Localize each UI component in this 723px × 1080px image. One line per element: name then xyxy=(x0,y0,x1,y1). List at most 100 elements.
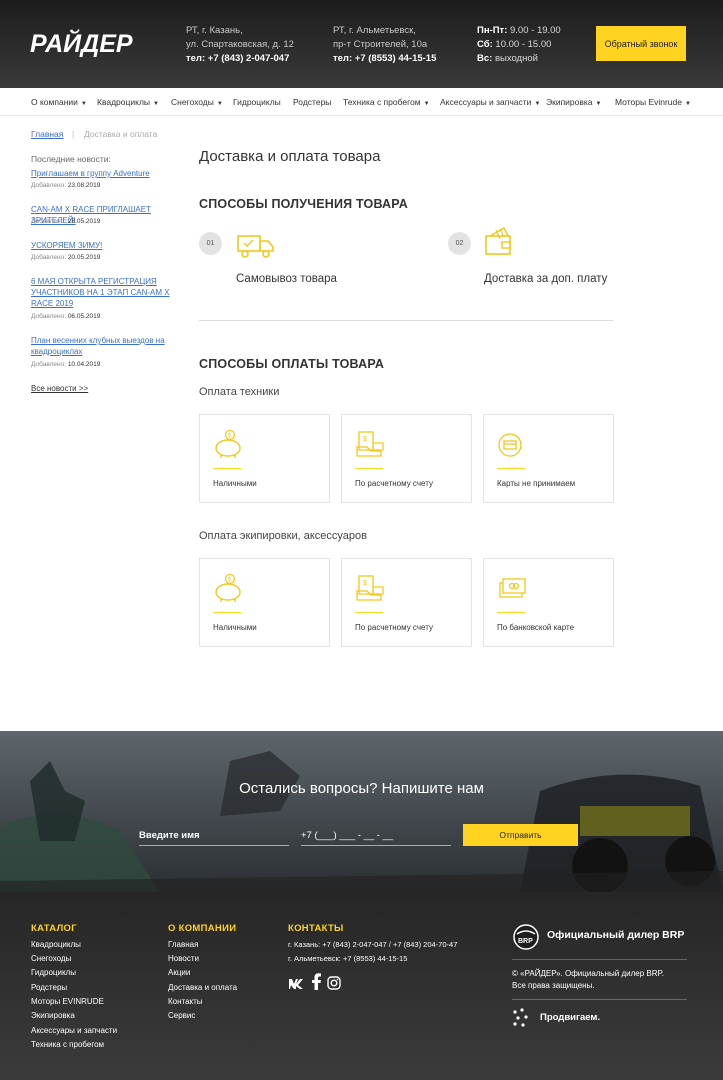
footer-contact-almet: г. Альметьевск: +7 (8553) 44-15-15 xyxy=(288,954,408,963)
banner-background-image xyxy=(0,731,723,892)
kazan-address-line2: ул. Спартаковская, д. 12 xyxy=(186,39,294,50)
nav-item-used[interactable]: Техника с пробегом ▼ xyxy=(343,97,430,107)
footer-link[interactable]: Экипировка xyxy=(31,1011,75,1020)
almet-address: РТ, г. Альметьевск, пр-т Строителей, 10а… xyxy=(333,24,436,66)
kazan-address: РТ, г. Казань, ул. Спартаковская, д. 12 … xyxy=(186,24,294,66)
news-date: Добавлено: 10.04.2019 xyxy=(31,361,101,368)
nav-item-evinrude[interactable]: Моторы Evinrude ▼ xyxy=(615,97,691,107)
official-dealer-label: Официальный дилер BRP xyxy=(547,929,685,941)
news-date: Добавлено: 23.08.2019 xyxy=(31,182,101,189)
developer-logo-icon[interactable] xyxy=(512,1008,532,1028)
news-date: Добавлено: 20.05.2019 xyxy=(31,254,101,261)
footer-company-title: О КОМПАНИИ xyxy=(168,923,237,934)
nav-item-roadsters[interactable]: Родстеры xyxy=(293,97,331,107)
footer-link[interactable]: Сервис xyxy=(168,1011,195,1020)
footer-link[interactable]: Квадроциклы xyxy=(31,940,81,949)
footer-link[interactable]: Аксессуары и запчасти xyxy=(31,1026,117,1035)
footer-link[interactable]: Техника с пробегом xyxy=(31,1040,104,1049)
phone-input[interactable] xyxy=(301,826,451,846)
logo[interactable]: РАЙДЕР xyxy=(30,28,148,58)
nav-item-atv[interactable]: Квадроциклы ▼ xyxy=(97,97,159,107)
all-news-link[interactable]: Все новости >> xyxy=(31,384,88,393)
kazan-address-line1: РТ, г. Казань, xyxy=(186,25,243,36)
pickup-label: Самовывоз товара xyxy=(236,273,337,285)
news-link[interactable]: УСКОРЯЕМ ЗИМУ! xyxy=(31,240,186,251)
chevron-down-icon: ▼ xyxy=(595,101,602,107)
card-label: Наличными xyxy=(213,623,257,632)
callback-button[interactable]: Обратный звонок xyxy=(596,26,686,61)
submit-button[interactable]: Отправить xyxy=(463,824,578,846)
copyright-line1: © «РАЙДЕР». Официальный дилер BRP. xyxy=(512,969,665,978)
payment-section-title: СПОСОБЫ ОПЛАТЫ ТОВАРА xyxy=(199,357,385,371)
card-label: По расчетному счету xyxy=(355,623,433,632)
footer-divider xyxy=(512,999,687,1000)
breadcrumb-home[interactable]: Главная xyxy=(31,129,63,139)
chevron-down-icon: ▼ xyxy=(216,101,223,107)
news-link[interactable]: Приглашаем в группу Adventure xyxy=(31,168,186,179)
footer-link[interactable]: Главная xyxy=(168,940,198,949)
step-number: 01 xyxy=(199,232,222,255)
copyright-line2: Все права защищены. xyxy=(512,981,595,990)
svg-text:РАЙДЕР: РАЙДЕР xyxy=(30,28,133,58)
footer-link[interactable]: Контакты xyxy=(168,997,203,1006)
card-label: По банковской карте xyxy=(497,623,575,632)
footer-contacts-title: КОНТАКТЫ xyxy=(288,923,344,934)
almet-phone[interactable]: тел: +7 (8553) 44-15-15 xyxy=(333,52,436,66)
piggy-bank-icon: $ xyxy=(215,573,241,602)
payment-card-invoice: $ По расчетному счету xyxy=(341,558,472,647)
kazan-phone[interactable]: тел: +7 (843) 2-047-047 xyxy=(186,52,294,66)
step-number: 02 xyxy=(448,232,471,255)
delivery-label: Доставка за доп. плату xyxy=(484,273,608,285)
bank-card-icon xyxy=(499,578,526,598)
hours-sunday: Вс: выходной xyxy=(477,53,538,64)
instagram-icon[interactable] xyxy=(327,976,341,990)
news-date: Добавлено: 28.05.2019 xyxy=(31,218,101,225)
nav-item-parts[interactable]: Аксессуары и запчасти ▼ xyxy=(440,97,540,107)
payment-card-no-card: Карты не принимаем xyxy=(483,414,614,503)
chevron-down-icon: ▼ xyxy=(534,101,541,107)
facebook-icon[interactable] xyxy=(312,973,322,990)
nav-item-snowmobiles[interactable]: Снегоходы ▼ xyxy=(171,97,223,107)
news-link[interactable]: 6 МАЯ ОТКРЫТА РЕГИСТРАЦИЯ УЧАСТНИКОВ НА … xyxy=(31,276,181,309)
nav-item-gear[interactable]: Экипировка ▼ xyxy=(546,97,601,107)
site-header: РАЙДЕР РТ, г. Казань, ул. Спартаковская,… xyxy=(0,0,723,88)
name-input[interactable] xyxy=(139,826,289,846)
footer-link[interactable]: Гидроциклы xyxy=(31,968,76,977)
working-hours: Пн-Пт: 9.00 - 19.00 Сб: 10.00 - 15.00 Вс… xyxy=(477,24,561,66)
hours-saturday: Сб: 10.00 - 15.00 xyxy=(477,39,552,50)
payment-card-invoice: $ По расчетному счету xyxy=(341,414,472,503)
footer-link[interactable]: Снегоходы xyxy=(31,954,71,963)
breadcrumb-current: Доставка и оплата xyxy=(84,129,158,139)
payment-card-cash: $ Наличными xyxy=(199,414,330,503)
footer-link[interactable]: Новости xyxy=(168,954,199,963)
footer-link[interactable]: Моторы EVINRUDE xyxy=(31,997,104,1006)
copyright: © «РАЙДЕР». Официальный дилер BRP. Все п… xyxy=(512,968,687,992)
news-link[interactable]: План весенних клубных выездов на квадроц… xyxy=(31,335,181,357)
contact-form-title: Остались вопросы? Напишите нам xyxy=(239,780,484,797)
piggy-bank-icon: $ xyxy=(215,429,241,458)
news-date: Добавлено: 06.05.2019 xyxy=(31,313,101,320)
chevron-down-icon: ▼ xyxy=(80,101,87,107)
vk-icon[interactable] xyxy=(288,976,305,990)
hours-weekdays: Пн-Пт: 9.00 - 19.00 xyxy=(477,25,561,36)
footer-link[interactable]: Доставка и оплата xyxy=(168,983,237,992)
invoice-icon: $ xyxy=(356,431,384,457)
no-card-icon xyxy=(498,433,522,457)
chevron-down-icon: ▼ xyxy=(423,101,430,107)
chevron-down-icon: ▼ xyxy=(153,101,159,107)
card-underline xyxy=(213,612,241,613)
footer-link[interactable]: Родстеры xyxy=(31,983,67,992)
nav-item-about[interactable]: О компании ▼ xyxy=(31,97,87,107)
footer-link[interactable]: Акции xyxy=(168,968,190,977)
receive-section-title: СПОСОБЫ ПОЛУЧЕНИЯ ТОВАРА xyxy=(199,197,408,211)
developer-label[interactable]: Продвигаем. xyxy=(540,1012,600,1023)
card-underline xyxy=(355,612,383,613)
wallet-icon xyxy=(485,226,511,255)
card-underline xyxy=(355,468,383,469)
tech-payment-title: Оплата техники xyxy=(199,386,280,398)
nav-item-jetskis[interactable]: Гидроциклы xyxy=(233,97,281,107)
truck-icon xyxy=(237,235,274,258)
card-label: Наличными xyxy=(213,479,257,488)
news-title: Последние новости: xyxy=(31,154,111,164)
svg-text:$: $ xyxy=(363,436,367,443)
